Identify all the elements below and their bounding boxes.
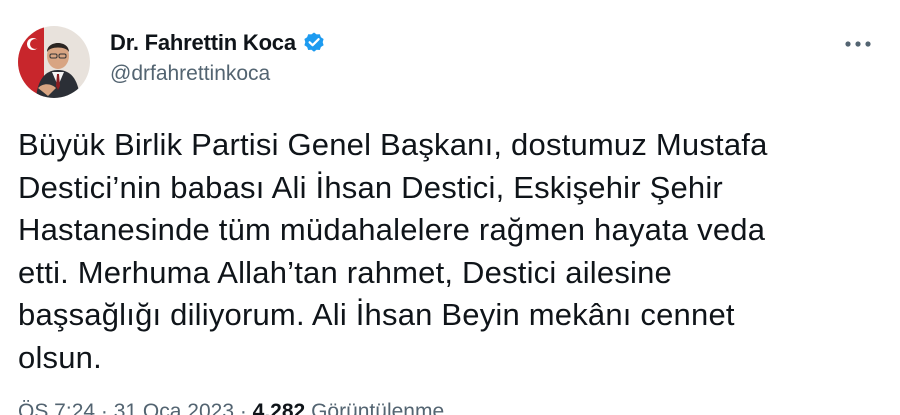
tweet-time[interactable]: ÖS 7:24 <box>18 400 95 415</box>
author-name-row: Dr. Fahrettin Koca <box>110 30 326 56</box>
views-label: Görüntülenme <box>305 400 445 415</box>
tweet-metadata: ÖS 7:24 · 31 Oca 2023 · 4.282 Görüntülen… <box>18 400 444 415</box>
tweet-date[interactable]: 31 Oca 2023 <box>114 400 234 415</box>
author-display-name[interactable]: Dr. Fahrettin Koca <box>110 30 296 56</box>
more-options-button[interactable] <box>838 30 878 58</box>
meta-separator: · <box>234 400 253 415</box>
avatar[interactable] <box>18 26 90 98</box>
tweet-card: Dr. Fahrettin Koca @drfahrettinkoca Büyü… <box>0 0 900 415</box>
meta-separator: · <box>95 400 114 415</box>
more-horizontal-icon <box>845 41 871 47</box>
tweet-text: Büyük Birlik Partisi Genel Başkanı, dost… <box>18 127 768 375</box>
author-handle[interactable]: @drfahrettinkoca <box>110 62 270 86</box>
verified-badge-icon <box>302 31 326 55</box>
avatar-image <box>18 26 90 98</box>
views-count: 4.282 <box>252 400 306 415</box>
